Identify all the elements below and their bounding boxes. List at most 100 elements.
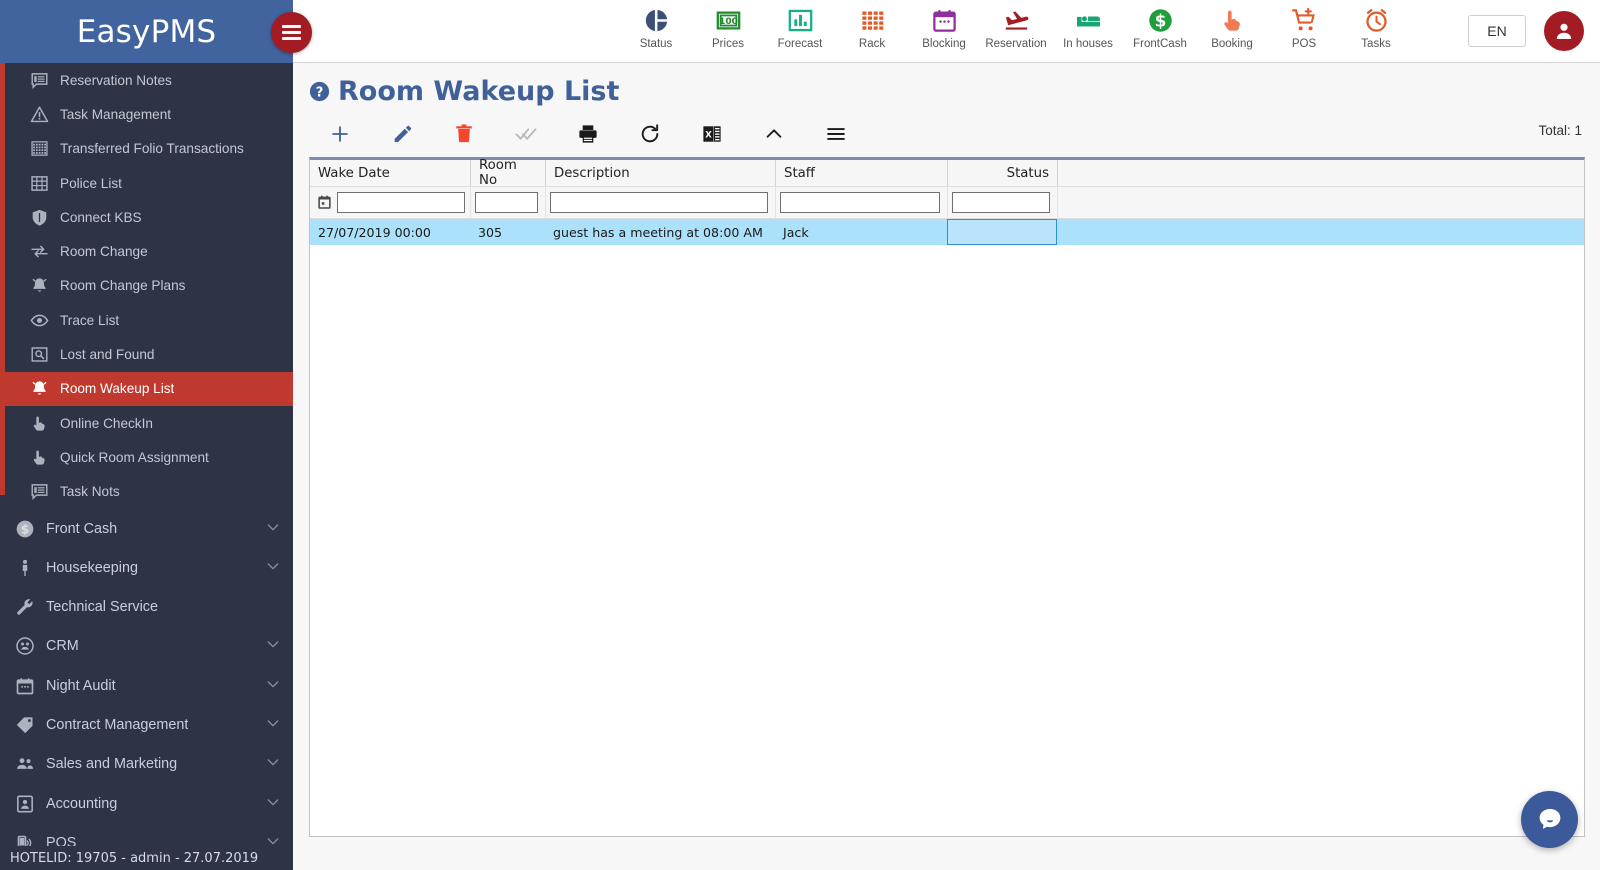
- sidebar-item-trace-list[interactable]: Trace List: [0, 303, 293, 337]
- person-icon: [14, 558, 36, 578]
- shield-icon: [28, 208, 50, 227]
- sidebar-item-task-management[interactable]: Task Management: [0, 97, 293, 131]
- topnav-item-tasks[interactable]: Tasks: [1340, 0, 1412, 62]
- chevron-down-icon[interactable]: [265, 676, 281, 696]
- sidebar-item-label: Sales and Marketing: [46, 756, 178, 773]
- sidebar-item-online-checkin[interactable]: Online CheckIn: [0, 406, 293, 440]
- sidebar-item-task-nots[interactable]: Task Nots: [0, 475, 293, 509]
- sidebar-item-contract-management[interactable]: Contract Management: [0, 705, 293, 744]
- chat-widget-button[interactable]: [1521, 791, 1578, 848]
- grid-header-wake_date[interactable]: Wake Date: [310, 160, 470, 186]
- sidebar-item-housekeeping[interactable]: Housekeeping: [0, 548, 293, 587]
- pie-chart-icon: [643, 5, 670, 35]
- delete-button[interactable]: [433, 119, 495, 153]
- grid-toolbar: X: [309, 118, 1585, 154]
- page-title: ? Room Wakeup List: [309, 76, 619, 107]
- topnav-item-label: Status: [639, 38, 673, 50]
- sidebar-item-label: Night Audit: [46, 677, 116, 694]
- dollar-circle-icon: $: [14, 519, 36, 539]
- chevron-down-icon[interactable]: [265, 519, 281, 539]
- shopping-cart-plus-icon: [1291, 5, 1318, 35]
- sidebar-item-crm[interactable]: CRM: [0, 627, 293, 666]
- bed-icon: [1075, 5, 1102, 35]
- cell-room_no[interactable]: 305: [470, 219, 545, 245]
- brand-logo: EasyPMS: [0, 0, 293, 63]
- wakeup-list-grid: Wake Date Room No Description Staff Status 2…: [309, 157, 1585, 837]
- calendar-small-icon[interactable]: [314, 194, 334, 211]
- topnav-item-pos[interactable]: POS: [1268, 0, 1340, 62]
- magnifier-box-icon: [28, 345, 50, 364]
- grid-body: 27/07/2019 00:00 305 guest has a meeting a…: [310, 219, 1584, 245]
- chevron-down-icon[interactable]: [265, 754, 281, 774]
- page-title-text: Room Wakeup List: [338, 76, 620, 107]
- topnav-item-in-houses[interactable]: In houses: [1052, 0, 1124, 62]
- topnav-item-reservation[interactable]: Reservation: [980, 0, 1052, 62]
- sidebar-item-label: Room Change: [60, 244, 148, 260]
- grid-header-room_no[interactable]: Room No: [470, 158, 545, 188]
- topnav-item-rack[interactable]: Rack: [836, 0, 908, 62]
- sidebar-item-lost-and-found[interactable]: Lost and Found: [0, 337, 293, 371]
- language-selector[interactable]: EN: [1468, 15, 1526, 47]
- help-circle-icon[interactable]: ?: [309, 81, 330, 102]
- hand-click-icon: [28, 448, 50, 467]
- cell-wake_date[interactable]: 27/07/2019 00:00: [310, 219, 470, 245]
- chevron-down-icon[interactable]: [265, 636, 281, 656]
- cell-status[interactable]: [947, 219, 1057, 245]
- filter-input-wake_date[interactable]: [337, 192, 465, 213]
- print-button[interactable]: [557, 119, 619, 153]
- grid-filter-status: [947, 186, 1057, 219]
- sidebar-item-sales-and-marketing[interactable]: Sales and Marketing: [0, 745, 293, 784]
- topnav-item-forecast[interactable]: Forecast: [764, 0, 836, 62]
- filter-input-staff[interactable]: [780, 192, 940, 213]
- grid-header-staff[interactable]: Staff: [775, 160, 947, 186]
- sidebar-item-label: Transferred Folio Transactions: [60, 141, 244, 157]
- user-avatar-button[interactable]: [1544, 11, 1584, 51]
- grid-header-label: Status: [1006, 165, 1049, 181]
- topnav-item-prices[interactable]: 100 Prices: [692, 0, 764, 62]
- sidebar-item-night-audit[interactable]: Night Audit: [0, 666, 293, 705]
- filter-input-room_no[interactable]: [475, 192, 538, 213]
- sidebar-item-reservation-notes[interactable]: Reservation Notes: [0, 63, 293, 97]
- grid-header-label: Description: [554, 165, 630, 181]
- approve-button[interactable]: [495, 119, 557, 153]
- chevron-down-icon[interactable]: [265, 794, 281, 814]
- cell-description[interactable]: guest has a meeting at 08:00 AM: [545, 219, 775, 245]
- hamburger-menu-icon: [282, 22, 301, 43]
- topnav-item-frontcash[interactable]: $ FrontCash: [1124, 0, 1196, 62]
- chevron-down-icon[interactable]: [265, 715, 281, 735]
- excel-export-button[interactable]: X: [681, 119, 743, 153]
- grid-header-description[interactable]: Description: [545, 160, 775, 186]
- sidebar-item-room-wakeup-list[interactable]: Room Wakeup List: [0, 371, 293, 406]
- edit-button[interactable]: [371, 119, 433, 153]
- topnav-item-booking[interactable]: Booking: [1196, 0, 1268, 62]
- topnav-item-blocking[interactable]: Blocking: [908, 0, 980, 62]
- sidebar-item-transferred-folio-transactions[interactable]: Transferred Folio Transactions: [0, 132, 293, 166]
- chevron-up-icon: [763, 123, 785, 150]
- add-button[interactable]: [309, 119, 371, 153]
- sidebar-item-room-change[interactable]: Room Change: [0, 234, 293, 268]
- sidebar-item-connect-kbs[interactable]: Connect KBS: [0, 200, 293, 234]
- sidebar-item-accounting[interactable]: Accounting: [0, 784, 293, 823]
- sidebar-item-front-cash[interactable]: $ Front Cash: [0, 509, 293, 548]
- grid-header-status[interactable]: Status: [947, 160, 1057, 186]
- table-row[interactable]: 27/07/2019 00:00 305 guest has a meeting a…: [310, 219, 1584, 245]
- chevron-down-icon[interactable]: [265, 558, 281, 578]
- sidebar-toggle-button[interactable]: [271, 12, 312, 53]
- sidebar-item-quick-room-assignment[interactable]: Quick Room Assignment: [0, 440, 293, 474]
- refresh-button[interactable]: [619, 119, 681, 153]
- svg-text:100: 100: [719, 16, 738, 26]
- filter-input-description[interactable]: [550, 192, 768, 213]
- sidebar-item-room-change-plans[interactable]: Room Change Plans: [0, 269, 293, 303]
- sidebar-item-police-list[interactable]: Police List: [0, 166, 293, 200]
- filter-input-status[interactable]: [952, 192, 1050, 213]
- total-count-label: Total: 1: [1538, 123, 1582, 138]
- arrows-swap-icon: [28, 242, 50, 261]
- menu-button[interactable]: [805, 119, 867, 153]
- collapse-button[interactable]: [743, 119, 805, 153]
- brand-name: EasyPMS: [76, 13, 217, 50]
- topnav-item-label: Booking: [1211, 38, 1253, 50]
- cell-staff[interactable]: Jack: [775, 219, 947, 245]
- topnav-item-status[interactable]: Status: [620, 0, 692, 62]
- sidebar-item-technical-service[interactable]: Technical Service: [0, 587, 293, 626]
- table-icon: [28, 174, 50, 193]
